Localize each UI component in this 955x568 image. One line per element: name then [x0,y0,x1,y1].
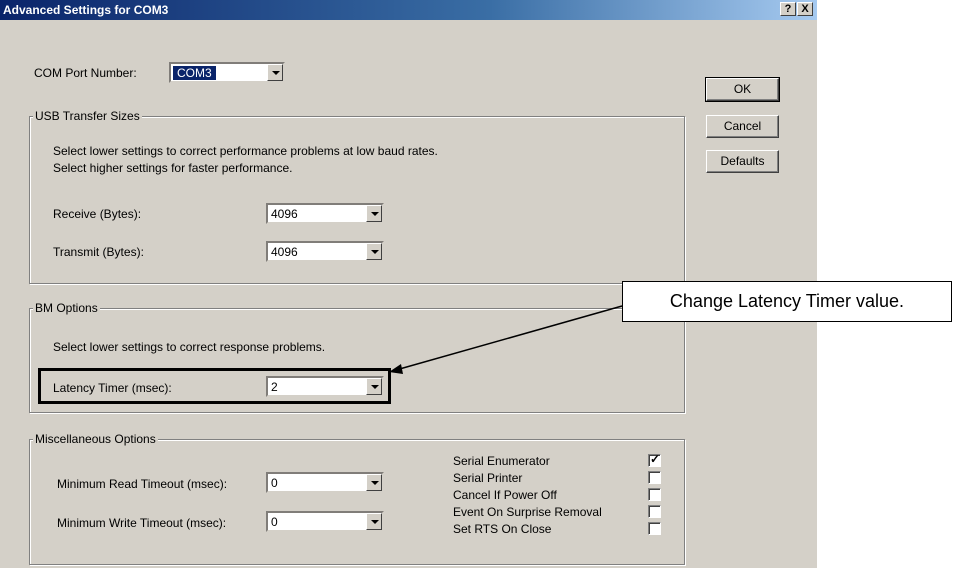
callout-box: Change Latency Timer value. [622,281,952,322]
